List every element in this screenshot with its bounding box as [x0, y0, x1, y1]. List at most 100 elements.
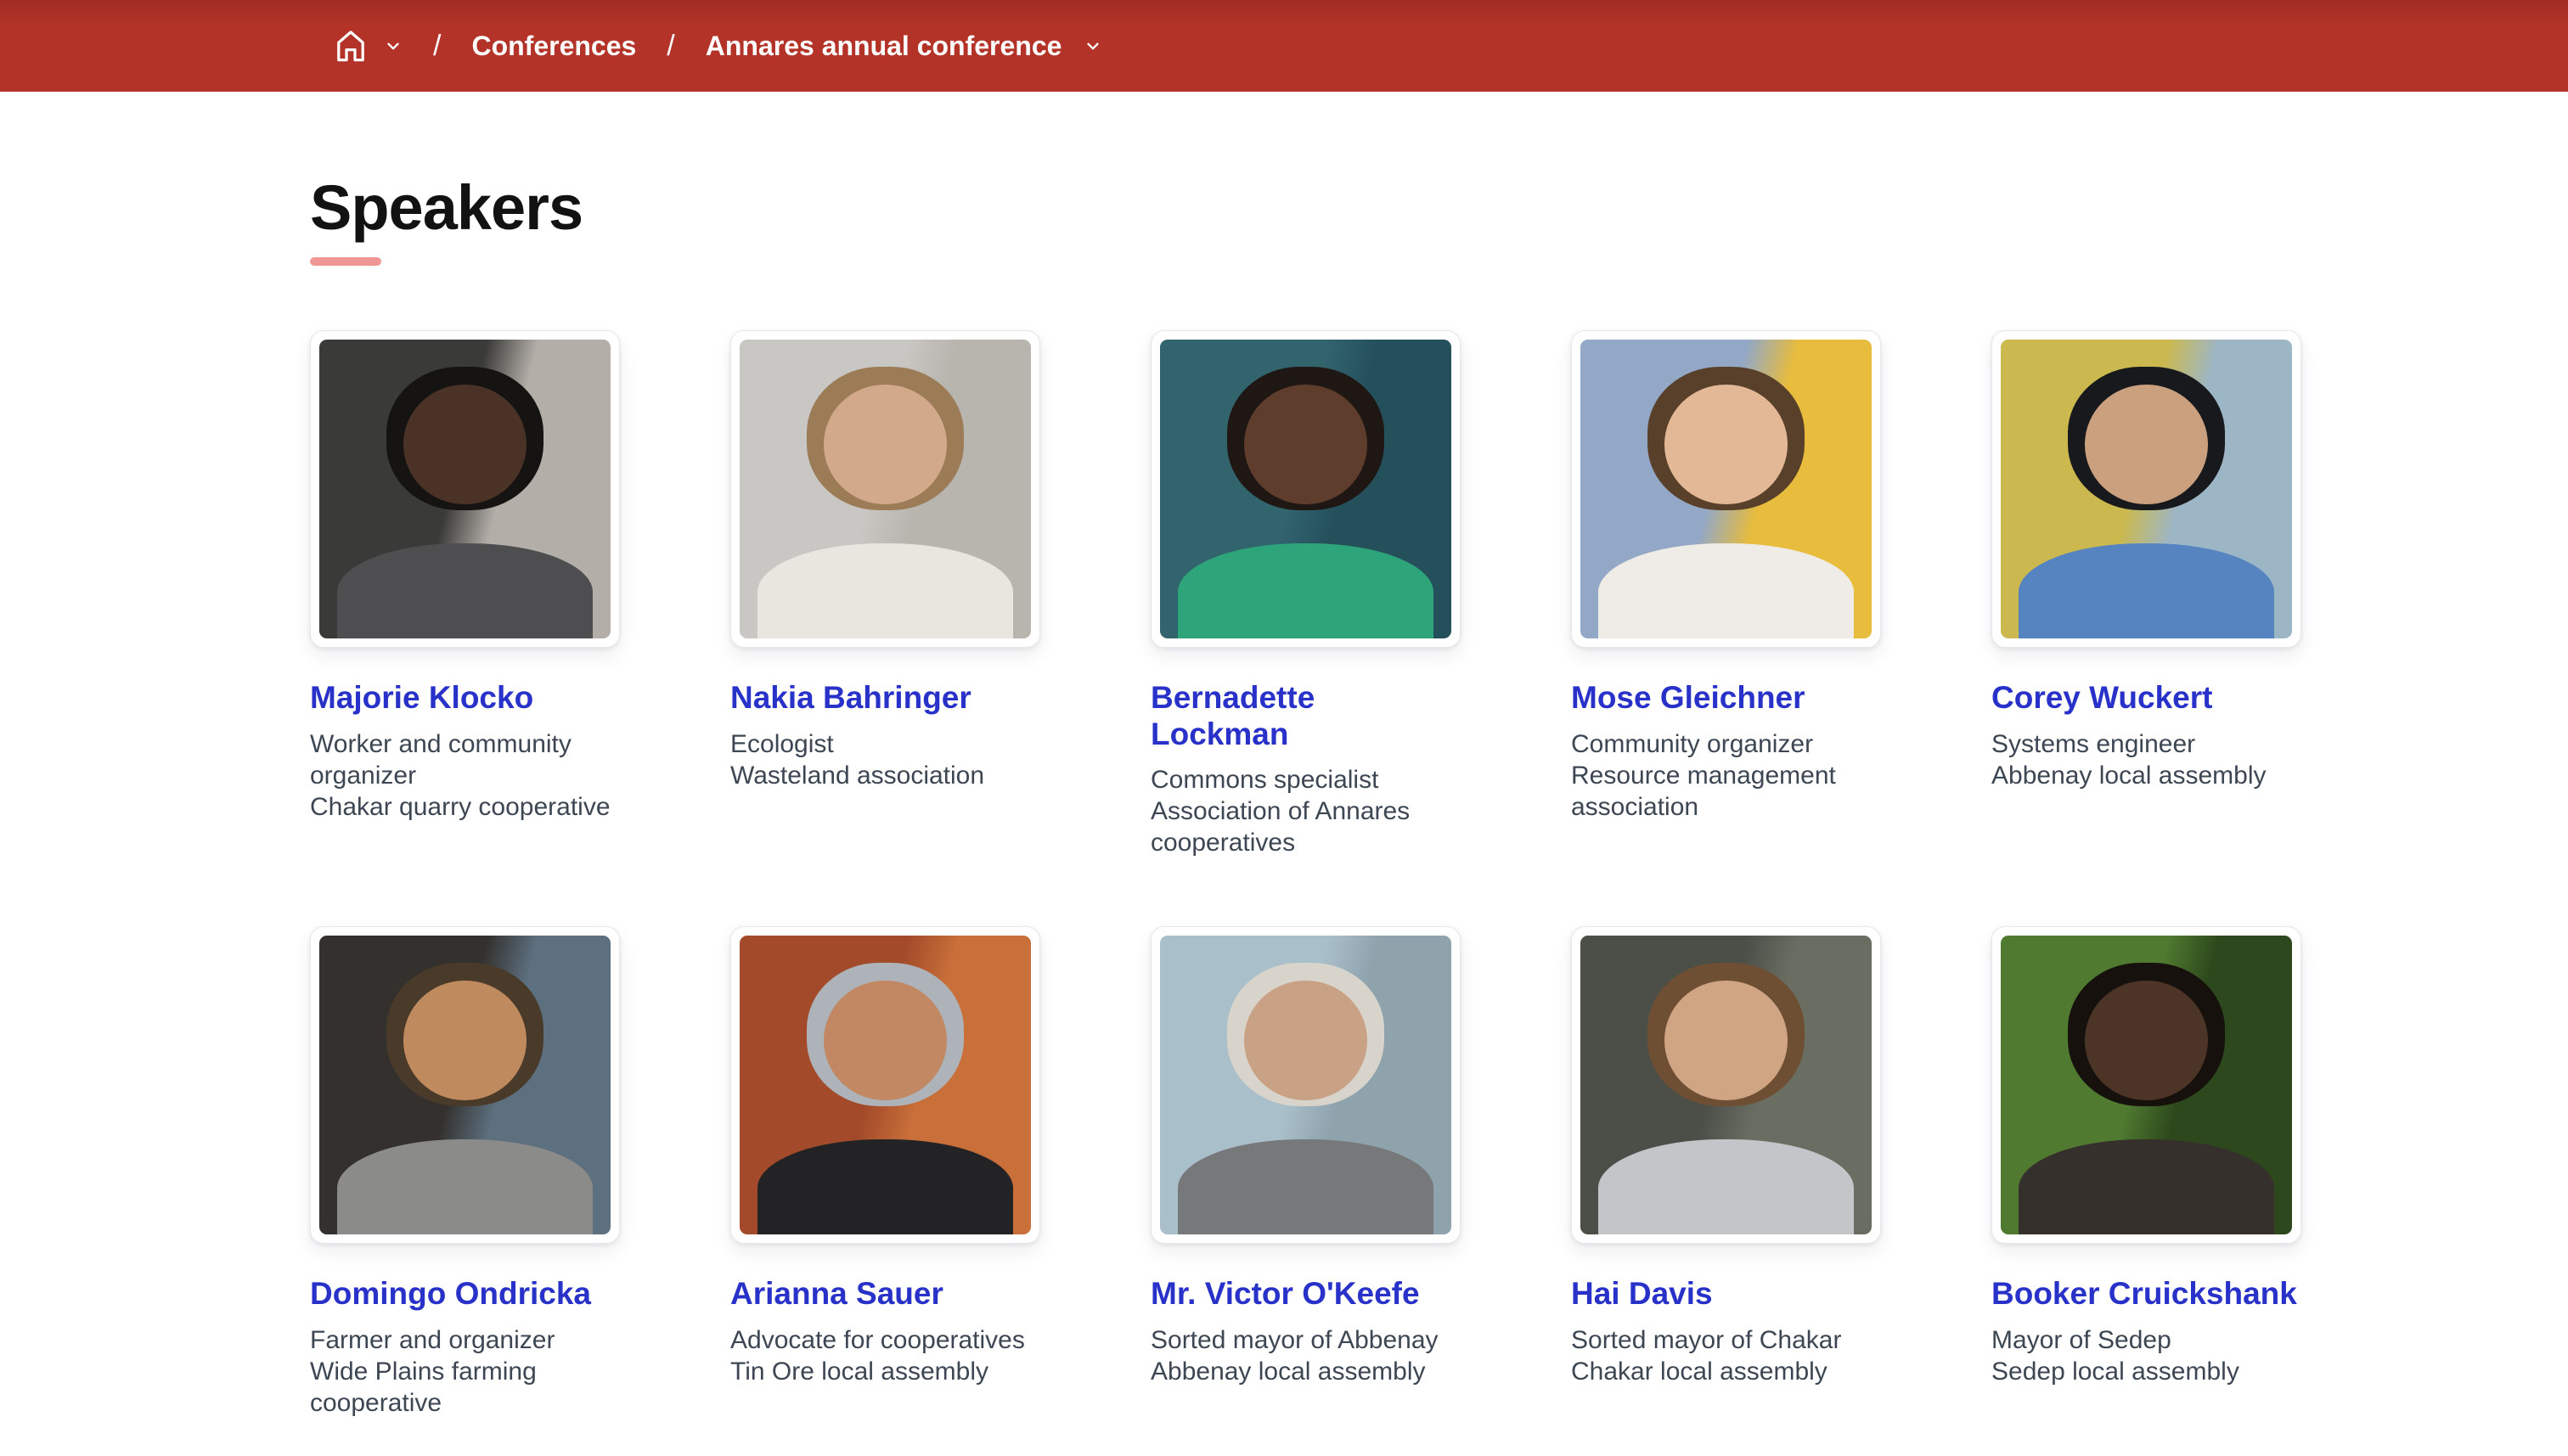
breadcrumb-current-conference-link[interactable]: Annares annual conference — [706, 31, 1062, 62]
speaker-card: Hai Davis Sorted mayor of Chakar Chakar … — [1571, 926, 1881, 1419]
portrait-torso-shape — [757, 1139, 1014, 1235]
speaker-description: Sorted mayor of Chakar Chakar local asse… — [1571, 1324, 1881, 1387]
speaker-organization: Resource management association — [1571, 760, 1881, 823]
speaker-photo — [319, 936, 611, 1234]
speaker-role: Community organizer — [1571, 728, 1881, 760]
portrait-torso-shape — [2019, 1139, 2275, 1235]
speaker-role: Mayor of Sedep — [1991, 1324, 2301, 1356]
portrait-torso-shape — [337, 1139, 594, 1235]
speaker-photo-link[interactable] — [1571, 330, 1881, 648]
speaker-photo — [2001, 340, 2292, 638]
speaker-photo-link[interactable] — [1151, 926, 1461, 1244]
portrait-head-shape — [824, 981, 946, 1100]
speaker-photo-link[interactable] — [1151, 330, 1461, 648]
speaker-photo — [1580, 936, 1872, 1234]
speaker-card: Booker Cruickshank Mayor of Sedep Sedep … — [1991, 926, 2301, 1419]
chevron-down-icon[interactable] — [384, 37, 403, 55]
speaker-card: Majorie Klocko Worker and community orga… — [310, 330, 620, 858]
speaker-role: Farmer and organizer — [310, 1324, 620, 1356]
speaker-photo-link[interactable] — [1991, 330, 2301, 648]
portrait-torso-shape — [757, 543, 1014, 639]
speaker-organization: Abbenay local assembly — [1151, 1356, 1461, 1387]
speaker-organization: Sedep local assembly — [1991, 1356, 2301, 1387]
speaker-name-link[interactable]: Booker Cruickshank — [1991, 1276, 2297, 1313]
speaker-name-link[interactable]: Domingo Ondricka — [310, 1276, 591, 1313]
speaker-name-link[interactable]: Mose Gleichner — [1571, 680, 1805, 717]
portrait-head-shape — [1244, 981, 1366, 1100]
speakers-page: Speakers Majorie Klocko Worker and commu… — [0, 173, 2568, 1456]
portrait-head-shape — [2085, 385, 2207, 504]
portrait-torso-shape — [1178, 543, 1434, 639]
portrait-head-shape — [2085, 981, 2207, 1100]
breadcrumb-separator: / — [667, 30, 674, 63]
speaker-role: Commons specialist — [1151, 764, 1461, 795]
speaker-photo-link[interactable] — [1991, 926, 2301, 1244]
speaker-card: Mr. Victor O'Keefe Sorted mayor of Abben… — [1151, 926, 1461, 1419]
speaker-description: Ecologist Wasteland association — [730, 728, 1040, 791]
speaker-name-link[interactable]: Hai Davis — [1571, 1276, 1713, 1313]
speaker-organization: Abbenay local assembly — [1991, 760, 2301, 791]
portrait-head-shape — [403, 981, 526, 1100]
portrait-head-shape — [824, 385, 946, 504]
portrait-torso-shape — [2019, 543, 2275, 639]
portrait-head-shape — [403, 385, 526, 504]
speaker-card: Corey Wuckert Systems engineer Abbenay l… — [1991, 330, 2301, 858]
breadcrumb: / Conferences / Annares annual conferenc… — [331, 26, 1102, 65]
speaker-name-link[interactable]: Bernadette Lockman — [1151, 680, 1461, 752]
speaker-name-link[interactable]: Arianna Sauer — [730, 1276, 943, 1313]
speaker-role: Advocate for cooperatives — [730, 1324, 1040, 1356]
speaker-description: Worker and community organizer Chakar qu… — [310, 728, 620, 823]
speaker-description: Advocate for cooperatives Tin Ore local … — [730, 1324, 1040, 1387]
speaker-photo — [1160, 936, 1451, 1234]
speaker-description: Farmer and organizer Wide Plains farming… — [310, 1324, 620, 1419]
speaker-description: Commons specialist Association of Annare… — [1151, 764, 1461, 858]
speaker-card: Arianna Sauer Advocate for cooperatives … — [730, 926, 1040, 1419]
page-title: Speakers — [310, 173, 2568, 242]
speaker-card: Mose Gleichner Community organizer Resou… — [1571, 330, 1881, 858]
portrait-torso-shape — [1598, 1139, 1855, 1235]
speaker-description: Systems engineer Abbenay local assembly — [1991, 728, 2301, 791]
top-navigation-bar: / Conferences / Annares annual conferenc… — [0, 0, 2568, 92]
speaker-organization: Association of Annares cooperatives — [1151, 795, 1461, 858]
home-icon — [331, 26, 370, 65]
speaker-name-link[interactable]: Nakia Bahringer — [730, 680, 971, 717]
speaker-role: Sorted mayor of Chakar — [1571, 1324, 1881, 1356]
portrait-torso-shape — [1178, 1139, 1434, 1235]
conference-dropdown-toggle[interactable] — [1084, 37, 1102, 55]
portrait-torso-shape — [337, 543, 594, 639]
speaker-organization: Tin Ore local assembly — [730, 1356, 1040, 1387]
speaker-card: Domingo Ondricka Farmer and organizer Wi… — [310, 926, 620, 1419]
speaker-description: Mayor of Sedep Sedep local assembly — [1991, 1324, 2301, 1387]
speaker-organization: Chakar quarry cooperative — [310, 791, 620, 823]
speaker-photo-link[interactable] — [310, 926, 620, 1244]
speaker-role: Systems engineer — [1991, 728, 2301, 760]
chevron-down-icon — [1084, 37, 1102, 55]
breadcrumb-separator: / — [433, 30, 441, 63]
speaker-description: Community organizer Resource management … — [1571, 728, 1881, 823]
speaker-name-link[interactable]: Corey Wuckert — [1991, 680, 2212, 717]
speaker-photo-link[interactable] — [1571, 926, 1881, 1244]
speaker-photo — [740, 936, 1031, 1234]
speakers-grid: Majorie Klocko Worker and community orga… — [310, 330, 2301, 1419]
breadcrumb-conferences-link[interactable]: Conferences — [471, 31, 636, 62]
speaker-photo — [1160, 340, 1451, 638]
speaker-card: Nakia Bahringer Ecologist Wasteland asso… — [730, 330, 1040, 858]
portrait-head-shape — [1664, 981, 1787, 1100]
speaker-photo — [2001, 936, 2292, 1234]
speaker-name-link[interactable]: Majorie Klocko — [310, 680, 533, 717]
speaker-organization: Wide Plains farming cooperative — [310, 1356, 620, 1419]
speaker-photo-link[interactable] — [730, 926, 1040, 1244]
speaker-role: Worker and community organizer — [310, 728, 620, 791]
portrait-head-shape — [1244, 385, 1366, 504]
speaker-role: Sorted mayor of Abbenay — [1151, 1324, 1461, 1356]
breadcrumb-home-link[interactable] — [331, 26, 403, 65]
portrait-torso-shape — [1598, 543, 1855, 639]
speaker-photo-link[interactable] — [730, 330, 1040, 648]
speaker-photo — [1580, 340, 1872, 638]
speaker-photo-link[interactable] — [310, 330, 620, 648]
speaker-description: Sorted mayor of Abbenay Abbenay local as… — [1151, 1324, 1461, 1387]
speaker-name-link[interactable]: Mr. Victor O'Keefe — [1151, 1276, 1420, 1313]
speaker-organization: Wasteland association — [730, 760, 1040, 791]
portrait-head-shape — [1664, 385, 1787, 504]
speaker-photo — [740, 340, 1031, 638]
